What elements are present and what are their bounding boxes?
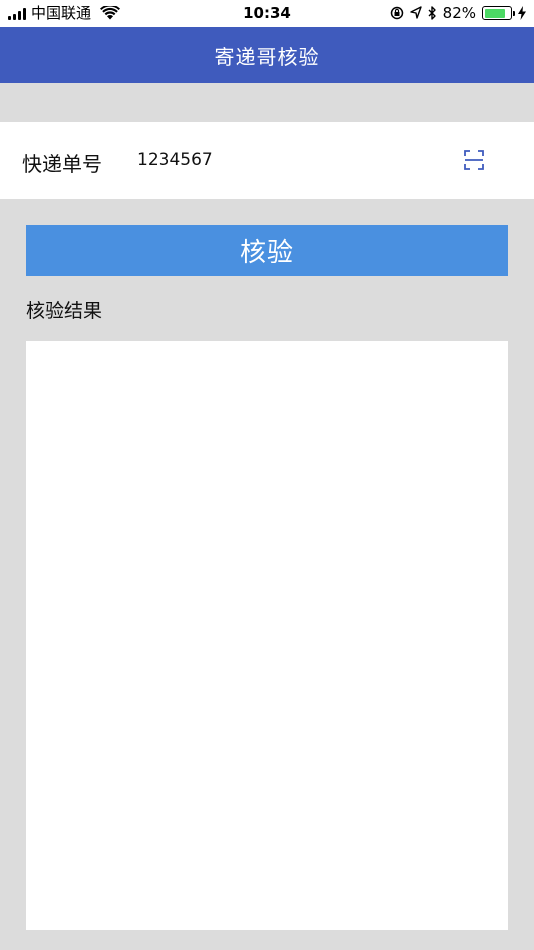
scan-icon[interactable] — [462, 148, 486, 172]
bluetooth-icon — [428, 5, 436, 20]
verify-button[interactable]: 核验 — [26, 225, 508, 276]
tracking-number-input[interactable] — [137, 144, 437, 176]
battery-icon — [482, 6, 515, 20]
status-right: 82% — [390, 4, 526, 22]
battery-percent: 82% — [442, 4, 476, 22]
result-label: 核验结果 — [26, 300, 103, 322]
battery-fill — [484, 8, 505, 18]
lock-rotation-icon — [390, 6, 403, 20]
tracking-number-row: 快递单号 — [0, 122, 534, 199]
charging-icon — [518, 6, 526, 20]
page-title: 寄递哥核验 — [214, 44, 320, 69]
result-output-area — [26, 341, 508, 930]
navigation-bar: 寄递哥核验 — [0, 27, 534, 83]
location-icon — [409, 6, 422, 19]
status-bar: 中国联通 10:34 82% — [0, 0, 534, 27]
screen: 中国联通 10:34 82% 寄递哥核验 快递单号 1234567 核验 核验结… — [0, 0, 534, 950]
tracking-number-label: 快递单号 — [22, 152, 102, 176]
